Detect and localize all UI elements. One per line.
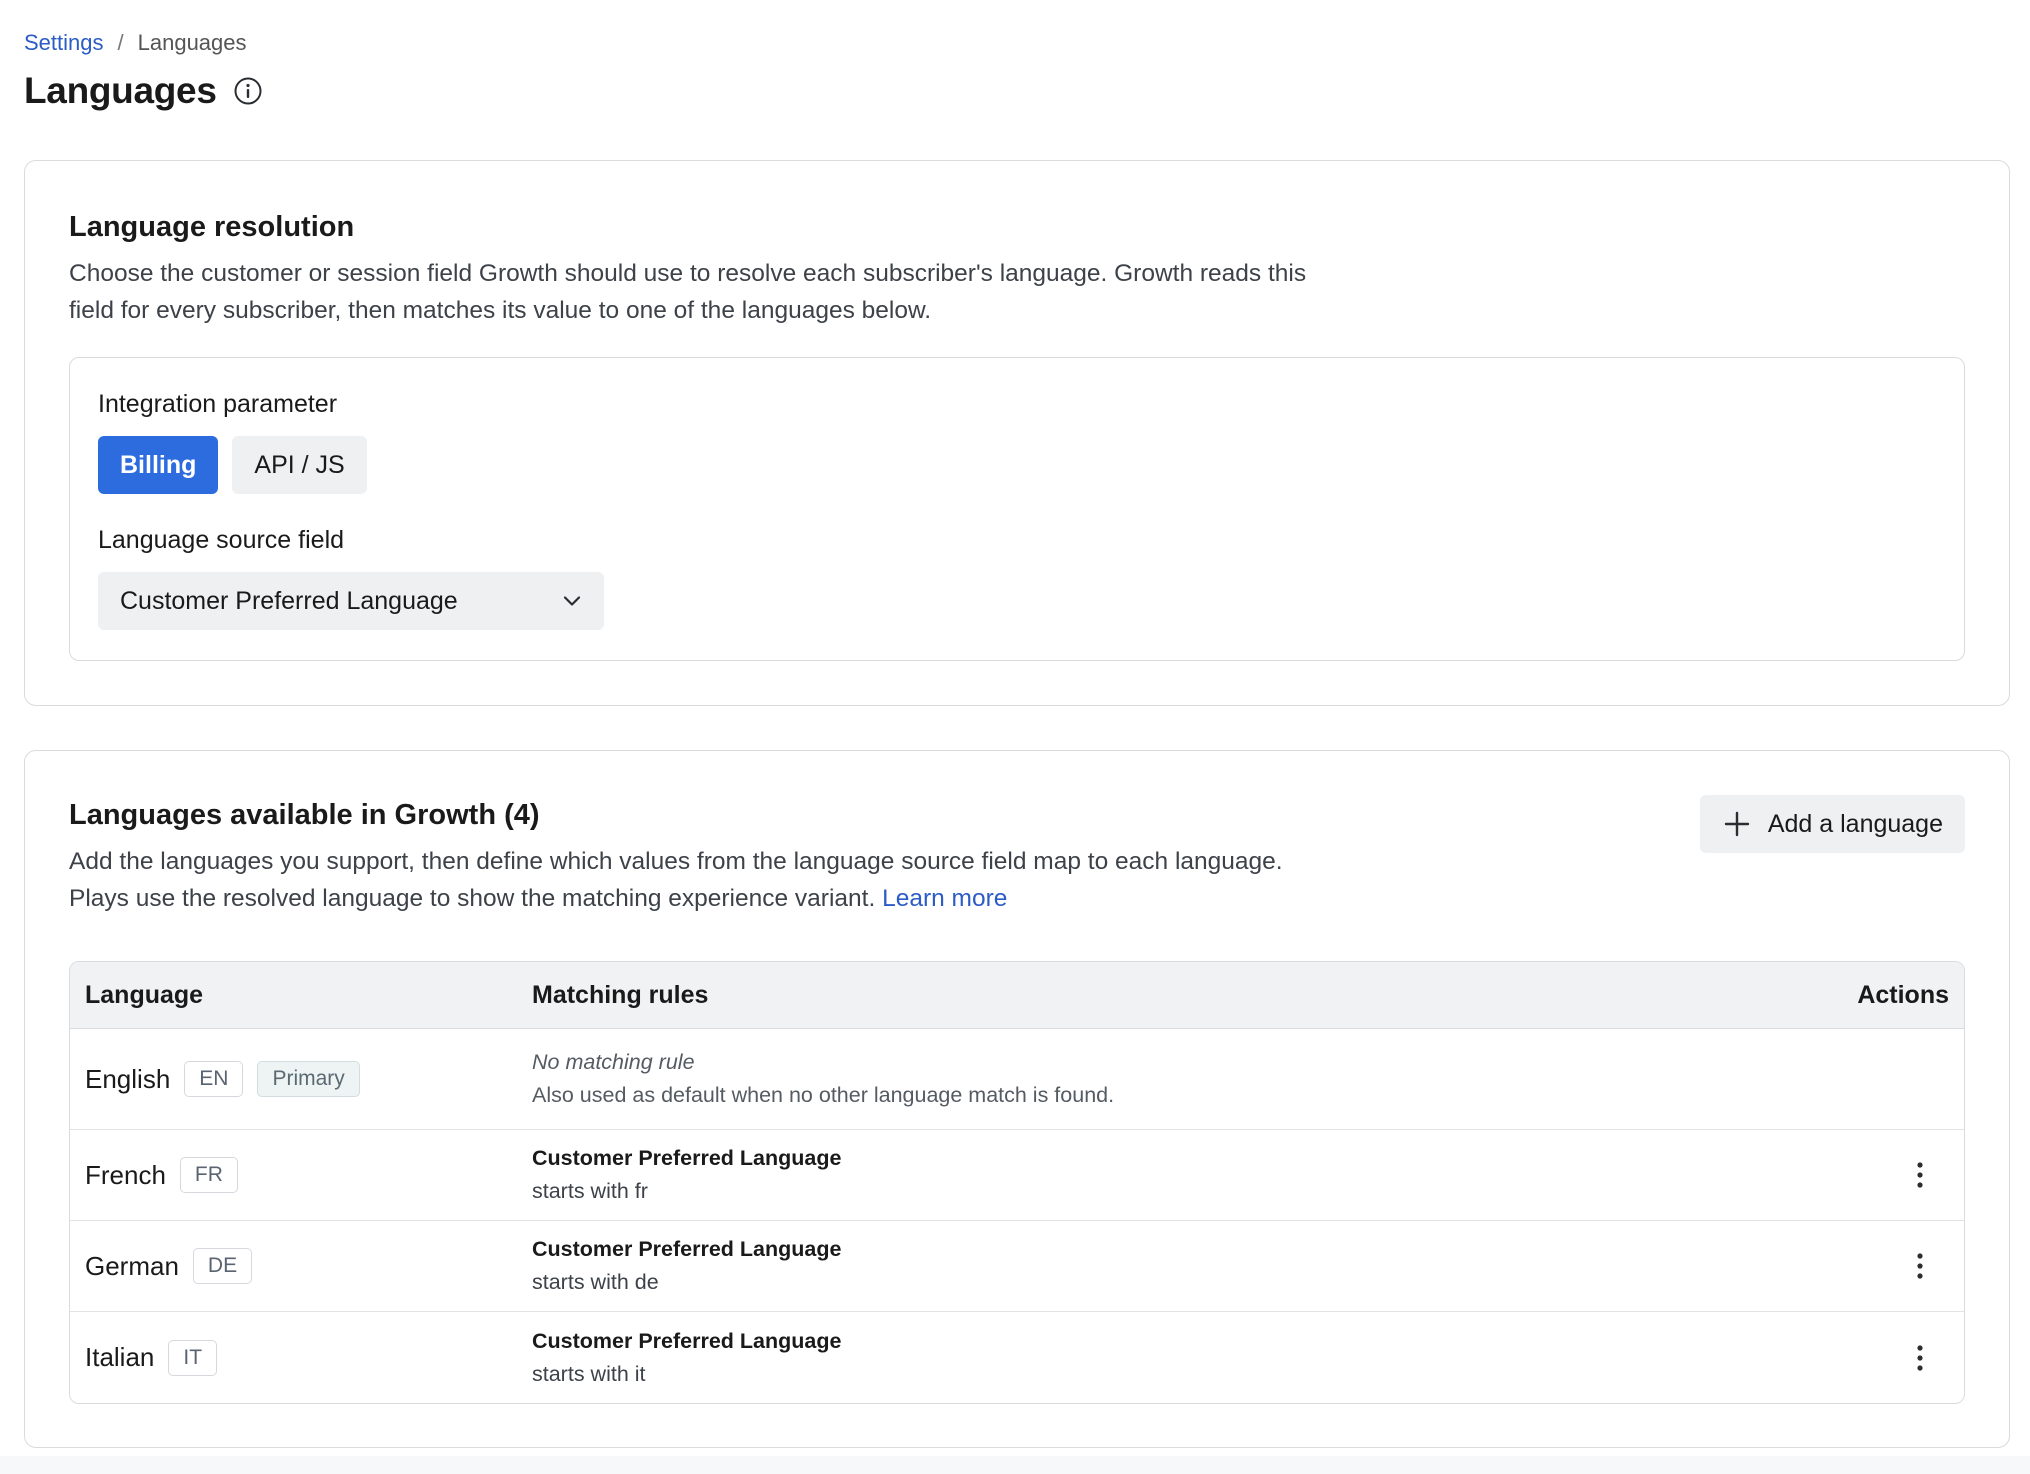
language-source-field-value: Customer Preferred Language	[120, 586, 458, 615]
matching-rules-cell: No matching rule Also used as default wh…	[532, 1029, 1114, 1129]
language-code-badge: EN	[184, 1061, 244, 1097]
column-header-language: Language	[85, 980, 204, 1009]
language-name: English	[85, 1063, 171, 1094]
rule-title: Customer Preferred Language	[532, 1146, 842, 1170]
table-row: Italian IT Customer Preferred Language s…	[70, 1312, 1964, 1403]
breadcrumb-separator: /	[117, 30, 124, 55]
language-name: French	[85, 1159, 166, 1190]
language-cell: French FR	[85, 1130, 238, 1220]
billing-option-button[interactable]: Billing	[98, 436, 219, 494]
column-header-actions: Actions	[1857, 980, 1949, 1009]
page-bottom-strip	[0, 1456, 2030, 1474]
matching-rules-cell: Customer Preferred Language starts with …	[532, 1312, 841, 1403]
rule-detail: Also used as default when no other langu…	[532, 1083, 1115, 1107]
learn-more-link[interactable]: Learn more	[882, 885, 1007, 912]
language-name: German	[85, 1250, 179, 1281]
integration-panel: Integration parameter Billing API / JS L…	[69, 357, 1965, 661]
language-cell: English EN Primary	[85, 1029, 360, 1129]
language-resolution-heading: Language resolution	[69, 211, 355, 243]
rule-detail: starts with de	[532, 1270, 659, 1294]
table-row: English EN Primary No matching rule Also…	[70, 1029, 1964, 1130]
breadcrumb-settings-link[interactable]: Settings	[24, 30, 104, 56]
rule-title: Customer Preferred Language	[532, 1328, 842, 1353]
table-row: German DE Customer Preferred Language st…	[70, 1221, 1964, 1312]
page-title: Languages	[24, 70, 217, 111]
more-actions-icon[interactable]	[1914, 1160, 1926, 1190]
language-source-field-label: Language source field	[98, 526, 345, 554]
language-resolution-description: Choose the customer or session field Gro…	[69, 260, 1307, 324]
language-source-field-select[interactable]: Customer Preferred Language	[98, 572, 604, 630]
breadcrumb: Settings / Languages	[24, 30, 247, 56]
title-row: Languages	[24, 70, 263, 112]
plus-icon	[1724, 811, 1750, 837]
more-actions-icon[interactable]	[1914, 1251, 1926, 1281]
add-language-label: Add a language	[1767, 809, 1943, 838]
languages-table: Language Matching rules Actions English …	[69, 961, 1965, 1404]
primary-badge: Primary	[257, 1061, 360, 1097]
chevron-down-icon	[563, 596, 581, 606]
table-header: Language Matching rules Actions	[70, 962, 1964, 1029]
column-header-matching-rules: Matching rules	[532, 980, 709, 1009]
language-name: Italian	[85, 1342, 155, 1372]
languages-available-heading: Languages available in Growth (4)	[69, 799, 540, 831]
language-cell: German DE	[85, 1221, 253, 1311]
matching-rules-cell: Customer Preferred Language starts with …	[532, 1130, 841, 1220]
add-language-button[interactable]: Add a language	[1699, 795, 1965, 853]
api-js-option-button[interactable]: API / JS	[232, 436, 367, 494]
more-actions-icon[interactable]	[1914, 1343, 1926, 1373]
rule-detail: starts with fr	[532, 1179, 648, 1203]
languages-description-text: Add the languages you support, then defi…	[69, 848, 1283, 912]
info-icon[interactable]	[233, 76, 263, 106]
integration-parameter-toggle: Billing API / JS	[98, 436, 367, 494]
language-code-badge: IT	[168, 1339, 218, 1376]
breadcrumb-current: Languages	[137, 30, 247, 55]
language-resolution-card: Language resolution Choose the customer …	[24, 160, 2010, 706]
language-code-badge: FR	[179, 1157, 238, 1193]
matching-rules-cell: Customer Preferred Language starts with …	[532, 1221, 841, 1311]
languages-available-card: Languages available in Growth (4) Add th…	[24, 750, 2010, 1448]
table-row: French FR Customer Preferred Language st…	[70, 1130, 1964, 1221]
language-code-badge: DE	[192, 1248, 253, 1284]
rule-detail: starts with it	[532, 1361, 646, 1386]
rule-title: No matching rule	[532, 1050, 695, 1074]
languages-available-description: Add the languages you support, then defi…	[69, 843, 1329, 917]
language-cell: Italian IT	[85, 1312, 218, 1403]
rule-title: Customer Preferred Language	[532, 1237, 842, 1261]
integration-parameter-label: Integration parameter	[98, 390, 338, 418]
